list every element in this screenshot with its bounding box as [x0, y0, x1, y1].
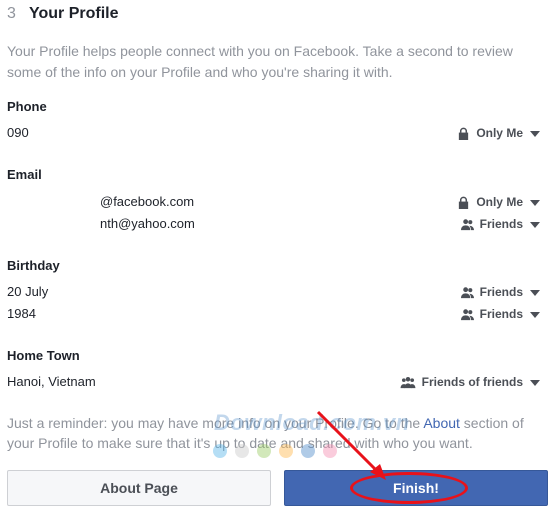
privacy-label: Friends	[479, 217, 523, 231]
finish-button[interactable]: Finish!	[284, 470, 548, 506]
email-value-facebook: @facebook.com	[100, 194, 195, 209]
hometown-label: Home Town	[7, 348, 80, 363]
chevron-down-icon	[530, 222, 540, 228]
reminder-text-before: Just a reminder: you may have more info …	[7, 415, 424, 431]
birthday-label: Birthday	[7, 258, 60, 273]
email-value-yahoo: nth@yahoo.com	[100, 216, 195, 231]
chevron-down-icon	[530, 290, 540, 296]
birthday-year-value: 1984	[7, 306, 36, 321]
friends-icon	[460, 286, 474, 298]
about-page-button[interactable]: About Page	[7, 470, 271, 506]
section-title: Your Profile	[29, 5, 119, 22]
phone-label: Phone	[7, 99, 47, 114]
friends-icon	[460, 308, 474, 320]
privacy-label: Only Me	[476, 126, 523, 140]
lock-icon	[459, 196, 469, 209]
phone-value: 090	[7, 125, 29, 140]
email-label: Email	[7, 167, 42, 182]
step-number: 3	[7, 5, 16, 22]
chevron-down-icon	[530, 200, 540, 206]
section-header: 3 Your Profile	[7, 3, 119, 25]
email-facebook-privacy-selector[interactable]: Only Me	[457, 195, 540, 209]
privacy-label: Friends	[479, 285, 523, 299]
hometown-privacy-selector[interactable]: Friends of friends	[400, 375, 540, 389]
email-yahoo-privacy-selector[interactable]: Friends	[460, 217, 540, 231]
phone-privacy-selector[interactable]: Only Me	[457, 126, 540, 140]
reminder-text: Just a reminder: you may have more info …	[7, 413, 549, 453]
birthday-day-value: 20 July	[7, 284, 49, 299]
chevron-down-icon	[530, 131, 540, 137]
friends-of-friends-icon	[400, 376, 416, 388]
chevron-down-icon	[530, 380, 540, 386]
birthday-year-privacy-selector[interactable]: Friends	[460, 307, 540, 321]
about-link[interactable]: About	[423, 415, 460, 431]
chevron-down-icon	[530, 312, 540, 318]
lock-icon	[459, 127, 469, 140]
privacy-label: Only Me	[476, 195, 523, 209]
privacy-label: Friends of friends	[421, 375, 523, 389]
friends-icon	[460, 218, 474, 230]
privacy-label: Friends	[479, 307, 523, 321]
intro-text: Your Profile helps people connect with y…	[7, 43, 513, 80]
birthday-day-privacy-selector[interactable]: Friends	[460, 285, 540, 299]
hometown-value: Hanoi, Vietnam	[7, 374, 96, 389]
